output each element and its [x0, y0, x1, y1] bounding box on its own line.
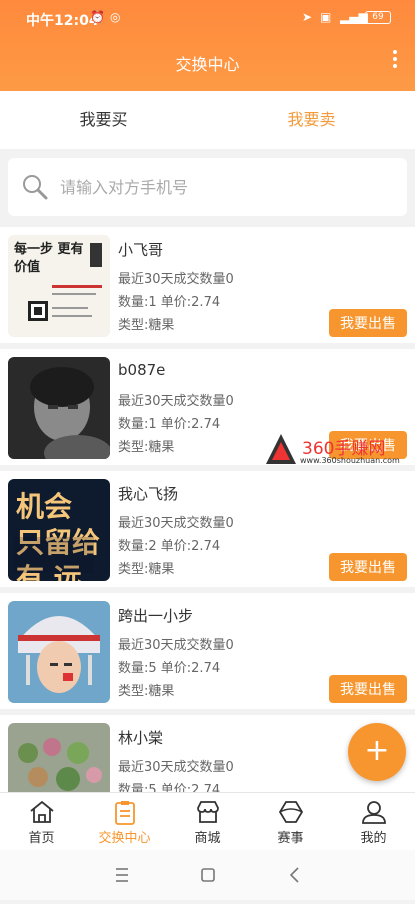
add-listing-button[interactable]: + — [348, 723, 406, 781]
seller-name: b087e — [118, 361, 166, 379]
watermark: 360手赚网 www.360shouzhuan.com — [264, 432, 412, 466]
quantity-price: 数量:1 单价:2.74 — [118, 295, 221, 310]
seller-name: 我心飞扬 — [118, 485, 179, 503]
listing-card: 机会 只留给有 远见的人 我心飞扬 最近30天成交数量0 数量:2 单价:2.7… — [0, 471, 415, 587]
listing-card: 跨出一小步 最近30天成交数量0 数量:5 单价:2.74 类型:糖果 我要出售 — [0, 593, 415, 709]
quantity-price: 数量:5 单价:2.74 — [118, 661, 221, 676]
recent-volume: 最近30天成交数量0 — [118, 516, 234, 531]
page-title: 交换中心 — [175, 55, 240, 74]
shop-icon — [197, 801, 219, 823]
status-time: 中午12:04 — [26, 13, 99, 29]
quantity-price: 数量:2 单价:2.74 — [118, 539, 221, 554]
event-icon — [278, 801, 304, 823]
quantity-price: 数量:5 单价:2.74 — [118, 783, 221, 792]
alarm-icon: ⏰ — [90, 10, 105, 24]
item-type: 类型:糖果 — [118, 318, 175, 333]
nav-exchange-label: 交换中心 — [98, 831, 151, 846]
avatar — [8, 601, 110, 703]
item-type: 类型:糖果 — [118, 562, 175, 577]
avatar — [8, 357, 110, 459]
exchange-icon — [115, 801, 135, 825]
avatar: 每一步 更有价值 — [8, 235, 110, 337]
system-nav-bar — [0, 850, 415, 900]
back-icon[interactable] — [289, 867, 299, 883]
listing-list: 每一步 更有价值 小飞哥 最近30天成交数量0 数量:1 单价:2.74 类型:… — [0, 227, 415, 792]
signal-icon: ▂▄▆ — [340, 10, 368, 24]
nav-events[interactable]: 赛事 — [249, 793, 332, 851]
listing-card: 每一步 更有价值 小飞哥 最近30天成交数量0 数量:1 单价:2.74 类型:… — [0, 227, 415, 343]
nav-profile-label: 我的 — [360, 831, 387, 846]
item-type: 类型:糖果 — [118, 684, 175, 699]
nav-shop-label: 商城 — [194, 831, 221, 846]
nav-profile[interactable]: 我的 — [332, 793, 415, 851]
status-bar: 中午12:04 ⏰ ◎ ➤ ▣ ▂▄▆ 69 — [0, 0, 415, 36]
home-system-icon[interactable] — [201, 868, 215, 882]
location-icon: ➤ — [302, 10, 313, 24]
nav-home[interactable]: 首页 — [0, 793, 83, 851]
profile-icon — [362, 801, 386, 824]
recent-volume: 最近30天成交数量0 — [118, 394, 234, 409]
recents-icon[interactable] — [116, 868, 128, 882]
tab-buy[interactable]: 我要买 — [0, 91, 207, 149]
sell-button[interactable]: 我要出售 — [329, 553, 407, 581]
avatar: 机会 只留给有 远见的人 — [8, 479, 110, 581]
seller-name: 跨出一小步 — [118, 607, 194, 625]
battery-icon: 69 — [365, 11, 391, 24]
avatar — [8, 723, 110, 792]
seller-name: 小飞哥 — [118, 241, 164, 259]
recent-volume: 最近30天成交数量0 — [118, 638, 234, 653]
app-notification-icon: ◎ — [110, 10, 121, 24]
more-menu-icon[interactable] — [393, 50, 397, 71]
phone-search-input[interactable] — [60, 172, 390, 202]
search-icon — [23, 175, 48, 200]
seller-name: 林小棠 — [118, 729, 164, 747]
recent-volume: 最近30天成交数量0 — [118, 760, 234, 775]
quantity-price: 数量:1 单价:2.74 — [118, 417, 221, 432]
app-header: 中午12:04 ⏰ ◎ ➤ ▣ ▂▄▆ 69 交换中心 — [0, 0, 415, 91]
hd-icon: ▣ — [320, 10, 332, 24]
nav-exchange[interactable]: 交换中心 — [83, 793, 166, 851]
nav-events-label: 赛事 — [277, 831, 304, 846]
bottom-nav: 首页 交换中心 商城 赛事 我的 — [0, 792, 415, 850]
nav-home-label: 首页 — [28, 831, 55, 846]
tab-bar: 我要买 我要卖 — [0, 91, 415, 149]
thumb-slogan: 每一步 更有价值 — [14, 242, 84, 275]
tab-sell[interactable]: 我要卖 — [208, 91, 415, 149]
sell-button[interactable]: 我要出售 — [329, 675, 407, 703]
watermark-url: www.360shouzhuan.com — [300, 456, 400, 465]
watermark-logo-icon — [266, 434, 296, 464]
item-type: 类型:糖果 — [118, 440, 175, 455]
nav-shop[interactable]: 商城 — [166, 793, 249, 851]
search-box — [8, 158, 407, 216]
sell-button[interactable]: 我要出售 — [329, 309, 407, 337]
home-icon — [30, 800, 54, 823]
recent-volume: 最近30天成交数量0 — [118, 272, 234, 287]
